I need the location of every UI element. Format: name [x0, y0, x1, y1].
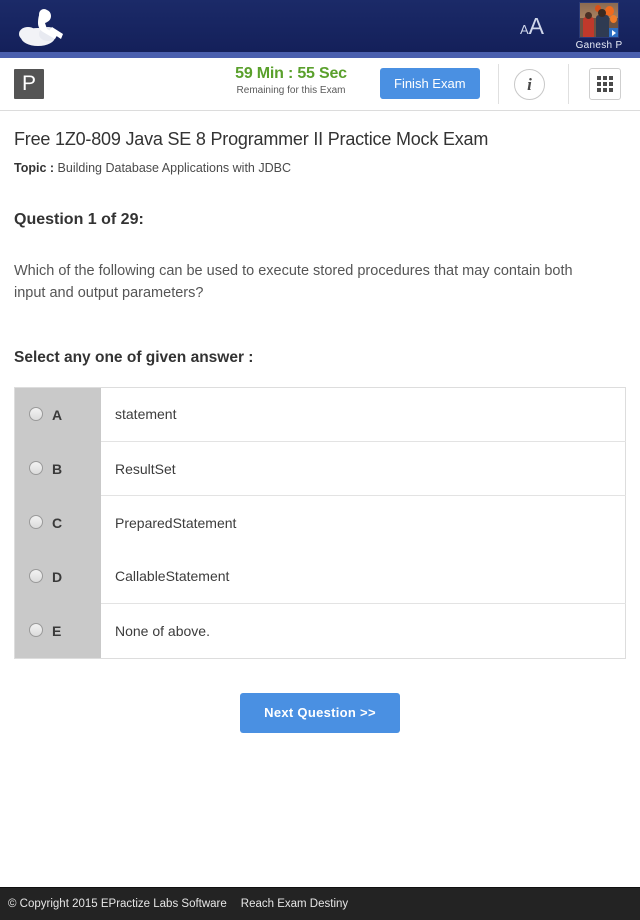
option-key-cell[interactable]: A [14, 387, 101, 442]
option-key-cell[interactable]: E [14, 603, 101, 658]
copyright-text: © Copyright 2015 EPractize Labs Software [8, 898, 227, 910]
toolbar-divider-1 [498, 64, 499, 104]
font-size-large-label: A [528, 12, 544, 39]
finish-exam-button[interactable]: Finish Exam [380, 68, 480, 99]
option-text[interactable]: PreparedStatement [101, 496, 626, 550]
option-letter: A [52, 406, 63, 423]
topic-label: Topic : [14, 161, 55, 175]
topic-line: Topic : Building Database Applications w… [14, 161, 626, 175]
header-right-tools: AA Ganesh P [520, 0, 640, 52]
option-text[interactable]: ResultSet [101, 441, 626, 496]
table-row[interactable]: A statement [14, 387, 626, 442]
option-letter: D [52, 568, 63, 585]
timer-value: 59 Min : 55 Sec [235, 65, 347, 82]
option-letter: B [52, 460, 63, 477]
next-question-button[interactable]: Next Question >> [240, 692, 400, 733]
option-key-cell[interactable]: D [14, 549, 101, 604]
option-text[interactable]: CallableStatement [101, 549, 626, 604]
table-row[interactable]: E None of above. [14, 603, 626, 659]
question-number: Question 1 of 29: [14, 211, 144, 228]
question-grid-icon[interactable] [589, 68, 621, 100]
avatar[interactable] [579, 1, 619, 38]
cloud-reader-logo-icon[interactable] [14, 3, 70, 49]
radio-option-a[interactable] [29, 407, 43, 422]
table-row[interactable]: B ResultSet [14, 441, 626, 496]
exam-timer: 59 Min : 55 Sec Remaining for this Exam [228, 64, 354, 98]
table-row[interactable]: C PreparedStatement [14, 495, 626, 550]
radio-option-c[interactable] [29, 515, 43, 530]
app-header: AA Ganesh P [0, 0, 640, 52]
user-block[interactable]: Ganesh P [568, 1, 630, 51]
next-question-wrap: Next Question >> [14, 692, 626, 733]
font-size-control[interactable]: AA [519, 12, 544, 39]
exam-content: Free 1Z0-809 Java SE 8 Programmer II Pra… [0, 129, 640, 733]
user-name: Ganesh P [575, 39, 623, 51]
font-size-small-label: A [519, 21, 529, 37]
page-footer: © Copyright 2015 EPractize Labs Software… [0, 887, 640, 920]
page-title: Free 1Z0-809 Java SE 8 Programmer II Pra… [14, 129, 489, 149]
radio-option-d[interactable] [29, 569, 43, 584]
select-answer-prompt: Select any one of given answer : [14, 348, 254, 366]
option-key-cell[interactable]: C [14, 495, 101, 550]
option-letter: C [52, 514, 63, 531]
exam-toolbar: P 59 Min : 55 Sec Remaining for this Exa… [0, 58, 640, 111]
footer-tagline: Reach Exam Destiny [240, 898, 349, 910]
answer-options-table: A statement B ResultSet C PreparedStatem… [14, 386, 626, 659]
question-text: Which of the following can be used to ex… [14, 263, 573, 301]
option-letter: E [52, 622, 62, 639]
option-text[interactable]: None of above. [101, 604, 626, 659]
radio-option-e[interactable] [29, 623, 43, 638]
topic-value: Building Database Applications with JDBC [57, 161, 291, 175]
toolbar-divider-2 [568, 64, 569, 104]
table-row[interactable]: D CallableStatement [14, 549, 626, 604]
radio-option-b[interactable] [29, 461, 43, 476]
pause-button[interactable]: P [14, 69, 44, 99]
timer-caption: Remaining for this Exam [236, 85, 346, 96]
info-icon[interactable]: i [514, 69, 545, 100]
option-text[interactable]: statement [101, 387, 626, 442]
play-badge-icon [609, 27, 618, 37]
option-key-cell[interactable]: B [14, 441, 101, 496]
